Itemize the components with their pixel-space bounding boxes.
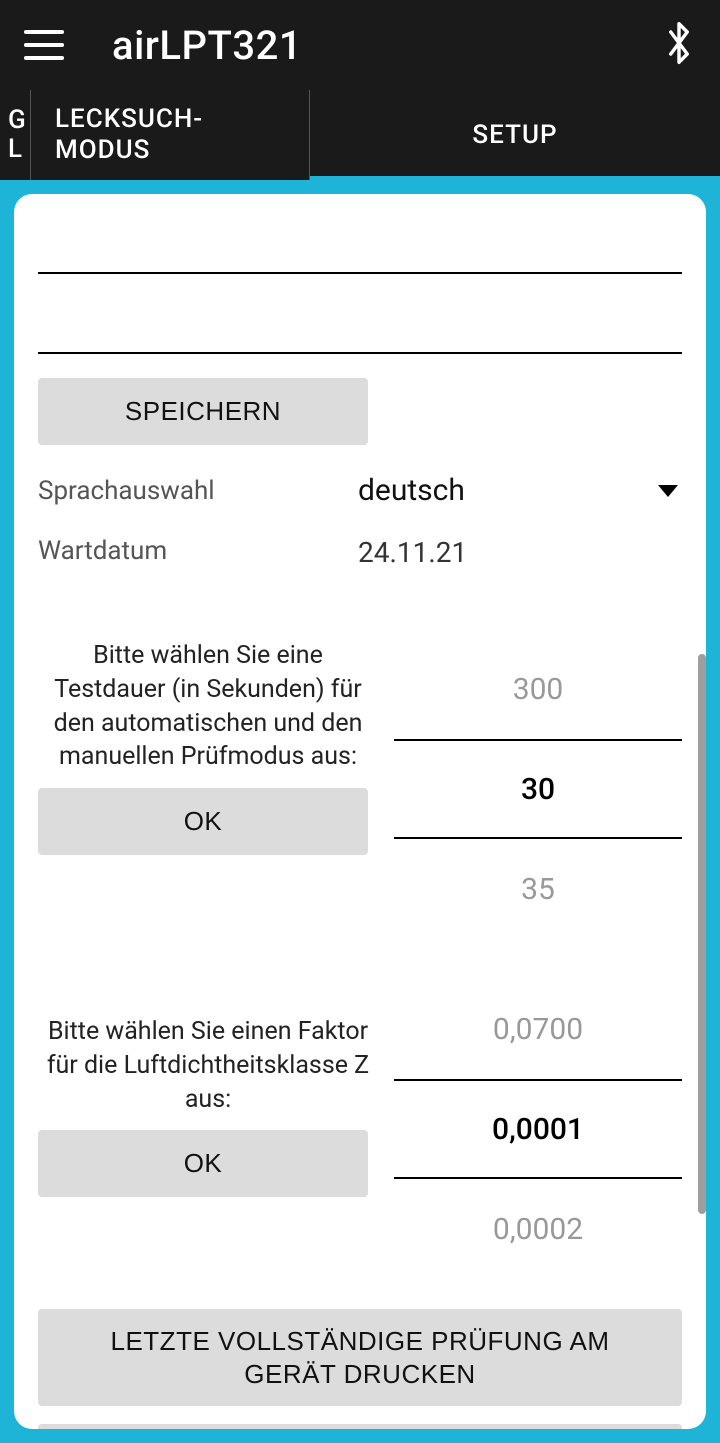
tab-bar: G L LECKSUCH-MODUS SETUP [0,90,720,180]
picker-next[interactable]: 35 [394,839,682,939]
factor-z-picker[interactable]: 0,0700 0,0001 0,0002 [394,979,682,1279]
picker-selected[interactable]: 0,0001 [394,1079,682,1179]
maintenance-date-row: Wartdatum 24.11.21 [38,536,682,569]
save-button[interactable]: SPEICHERN [38,378,368,445]
chevron-down-icon [658,485,678,497]
factor-z-section: Bitte wählen Sie einen Faktor für die Lu… [38,979,682,1279]
print-last-test-button[interactable]: LETZTE VOLLSTÄNDIGE PRÜFUNG AM GERÄT DRU… [38,1309,682,1406]
test-duration-ok-button[interactable]: OK [38,788,368,855]
tab-setup[interactable]: SETUP [310,90,720,180]
tab-partial-left[interactable]: G L [0,90,30,180]
test-duration-text: Bitte wählen Sie eine Testdauer (in Seku… [38,639,378,774]
factor-z-ok-button[interactable]: OK [38,1130,368,1197]
app-title: airLPT321 [112,22,302,69]
language-label: Sprachauswahl [38,476,358,506]
test-duration-picker[interactable]: 300 30 35 [394,639,682,939]
maintenance-date-label: Wartdatum [38,536,358,569]
scrollbar[interactable] [698,654,706,1214]
set-datetime-button[interactable]: DATUM UND UHRZEIT EINSTELLEN [38,1424,682,1429]
tab-lecksuch-modus[interactable]: LECKSUCH-MODUS [30,90,310,180]
factor-z-text: Bitte wählen Sie einen Faktor für die Lu… [38,1015,378,1116]
menu-icon[interactable] [24,30,64,60]
text-input-1[interactable] [38,218,682,274]
picker-prev[interactable]: 300 [394,639,682,739]
picker-prev[interactable]: 0,0700 [394,979,682,1079]
text-input-2[interactable] [38,298,682,354]
test-duration-section: Bitte wählen Sie eine Testdauer (in Seku… [38,639,682,939]
bluetooth-icon[interactable] [662,21,696,69]
language-dropdown[interactable]: deutsch [358,473,682,508]
maintenance-date-value: 24.11.21 [358,536,682,569]
language-value: deutsch [358,473,465,508]
language-row: Sprachauswahl deutsch [38,473,682,508]
app-bar: airLPT321 [0,0,720,90]
setup-card: SPEICHERN Sprachauswahl deutsch Wartdatu… [14,194,706,1429]
page-background: SPEICHERN Sprachauswahl deutsch Wartdatu… [0,180,720,1443]
picker-next[interactable]: 0,0002 [394,1179,682,1279]
picker-selected[interactable]: 30 [394,739,682,839]
